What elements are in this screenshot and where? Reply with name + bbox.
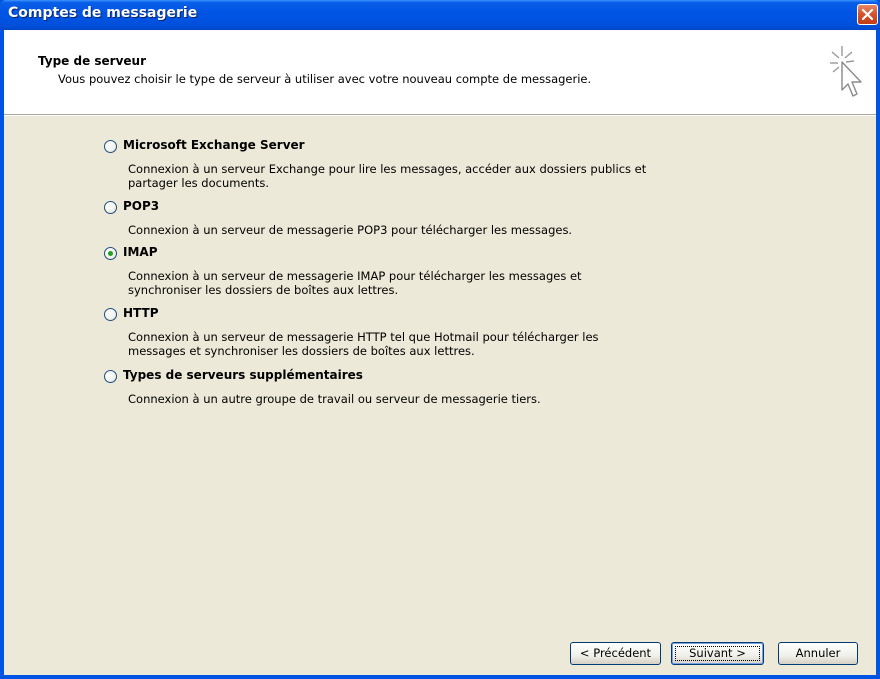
close-button[interactable] [857, 4, 878, 25]
back-button-label: < Précédent [579, 646, 652, 660]
dialog-window: Comptes de messagerie Type de serveur Vo… [0, 0, 880, 679]
radio-additional-types[interactable] [104, 370, 117, 383]
option-label: HTTP [123, 306, 159, 320]
next-button[interactable]: Suivant > [671, 642, 764, 665]
cancel-button-label: Annuler [795, 646, 841, 660]
page-title: Type de serveur [38, 54, 147, 68]
option-description: Connexion à un serveur de messagerie HTT… [128, 330, 599, 358]
option-description: Connexion à un serveur Exchange pour lir… [128, 162, 647, 190]
next-button-label: Suivant > [689, 646, 746, 660]
dialog-body: Type de serveur Vous pouvez choisir le t… [4, 30, 876, 675]
close-icon [861, 8, 874, 21]
option-label: IMAP [123, 245, 158, 259]
option-description: Connexion à un serveur de messagerie IMA… [128, 269, 582, 297]
wizard-cursor-icon [830, 46, 862, 97]
back-button[interactable]: < Précédent [570, 642, 661, 665]
option-label: POP3 [123, 199, 160, 213]
option-description: Connexion à un autre groupe de travail o… [128, 392, 541, 406]
page-subtitle: Vous pouvez choisir le type de serveur à… [58, 72, 592, 86]
option-label: Types de serveurs supplémentaires [123, 368, 363, 382]
radio-exchange[interactable] [104, 140, 117, 153]
option-label: Microsoft Exchange Server [123, 138, 305, 152]
wizard-header: Type de serveur Vous pouvez choisir le t… [4, 30, 876, 115]
radio-pop3[interactable] [104, 201, 117, 214]
cancel-button[interactable]: Annuler [778, 642, 858, 665]
title-bar[interactable]: Comptes de messagerie [0, 0, 880, 30]
header-divider [4, 115, 876, 116]
radio-http[interactable] [104, 308, 117, 321]
radio-imap[interactable] [104, 247, 117, 260]
window-title: Comptes de messagerie [8, 5, 198, 21]
option-description: Connexion à un serveur de messagerie POP… [128, 223, 573, 237]
